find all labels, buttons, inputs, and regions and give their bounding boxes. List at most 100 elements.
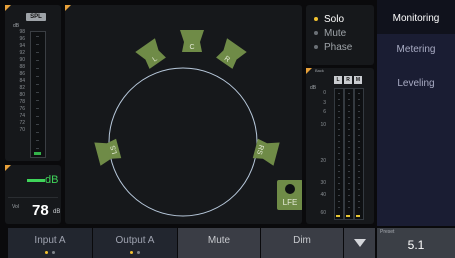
meter-scale-tick: 20 <box>320 158 326 164</box>
meter-segment <box>348 141 350 142</box>
speaker-c[interactable]: C <box>180 30 204 52</box>
meter-level-r <box>346 215 350 217</box>
preset-selector[interactable]: Preset 5.1 <box>377 228 455 258</box>
output-select-button[interactable]: Output A <box>93 228 177 258</box>
spl-bar-segment <box>36 124 39 125</box>
phase-option[interactable]: Phase <box>314 42 352 53</box>
meter-segment <box>358 195 360 196</box>
meter-segment <box>348 129 350 130</box>
meter-segment <box>358 171 360 172</box>
tab-metering[interactable]: Metering <box>377 38 455 62</box>
meter-segment <box>348 105 350 106</box>
meter-segment <box>338 189 340 190</box>
meter-segment <box>348 165 350 166</box>
more-button[interactable] <box>344 228 375 258</box>
corner-marker <box>306 68 312 74</box>
spl-bar-segment <box>36 60 39 61</box>
meter-segment <box>358 201 360 202</box>
spl-scale-tick: 88 <box>19 64 25 70</box>
speaker-rs[interactable]: RS <box>252 137 280 166</box>
speaker-ls[interactable]: LS <box>94 137 122 166</box>
meter-segment <box>348 189 350 190</box>
spl-bar-segment <box>36 148 39 149</box>
meter-segment <box>348 171 350 172</box>
speaker-lfe[interactable]: LFE <box>277 180 302 210</box>
meter-segment <box>348 147 350 148</box>
meter-segment <box>338 165 340 166</box>
spl-bar <box>30 31 46 158</box>
solo-label: Solo <box>324 14 345 25</box>
meter-segment <box>358 123 360 124</box>
spl-bar-segment <box>36 132 39 133</box>
input-select-button[interactable]: Input A <box>8 228 92 258</box>
meter-segment <box>338 135 340 136</box>
spl-scale-tick: 74 <box>19 113 25 119</box>
spl-scale-tick: 84 <box>19 78 25 84</box>
spl-meter-panel: SPL dB 98 96 94 92 90 88 86 84 82 80 78 76 74 72 70 <box>5 5 61 161</box>
meter-segment <box>348 93 350 94</box>
spl-scale-tick: 78 <box>19 99 25 105</box>
phase-label: Phase <box>324 42 353 53</box>
spl-bar-segment <box>36 76 39 77</box>
speaker-lfe-label: LFE <box>283 198 298 207</box>
speaker-l[interactable]: L <box>135 38 167 70</box>
meter-segment <box>348 201 350 202</box>
output-meters-panel: Back dB L R M 0 3 6 10 20 30 40 60 <box>306 68 374 224</box>
meter-header-l: L <box>334 76 342 84</box>
meter-segment <box>358 135 360 136</box>
dim-button[interactable]: Dim <box>261 228 343 258</box>
level-panel[interactable]: dB Vol 78 dB <box>5 165 61 224</box>
meter-segment <box>358 153 360 154</box>
spl-scale-tick: 90 <box>19 57 25 63</box>
meter-header-m: M <box>354 76 362 84</box>
meter-segment <box>338 117 340 118</box>
output-page-dots <box>93 251 177 255</box>
meter-segment <box>348 135 350 136</box>
spl-bar-segment <box>36 36 39 37</box>
spl-bar-segment <box>36 140 39 141</box>
vol-label: Vol <box>12 204 19 210</box>
mute-option[interactable]: Mute <box>314 28 346 39</box>
meter-segment <box>348 159 350 160</box>
meter-segment <box>338 111 340 112</box>
meter-scale-tick: 30 <box>320 180 326 186</box>
spl-bar-segment <box>36 68 39 69</box>
mute-button[interactable]: Mute <box>178 228 260 258</box>
spl-scale-tick: 96 <box>19 36 25 42</box>
speaker-layout-panel: C L R LS RS LFE <box>65 5 302 224</box>
meters-label: Back <box>315 68 324 73</box>
meter-segment <box>358 105 360 106</box>
spl-bar-segment <box>36 44 39 45</box>
meter-segment <box>358 159 360 160</box>
meter-segment <box>338 207 340 208</box>
tab-monitoring[interactable]: Monitoring <box>377 0 455 34</box>
spl-scale: 98 96 94 92 90 88 86 84 82 80 78 76 74 72 70 <box>11 29 25 134</box>
meter-segment <box>338 129 340 130</box>
meter-segment <box>348 183 350 184</box>
meter-scale-tick: 60 <box>320 210 326 216</box>
meter-scale-tick: 0 <box>323 90 326 96</box>
listening-circle <box>108 67 258 217</box>
spl-bar-segment <box>36 116 39 117</box>
solo-option[interactable]: Solo <box>314 14 344 25</box>
spl-bar-segment <box>36 52 39 53</box>
speaker-r[interactable]: R <box>214 38 247 70</box>
meter-segment <box>338 93 340 94</box>
preset-label: Preset <box>380 229 395 235</box>
spl-scale-tick: 80 <box>19 92 25 98</box>
vol-value[interactable]: 78 <box>32 202 49 219</box>
meter-segment <box>348 123 350 124</box>
meter-segment <box>358 93 360 94</box>
spl-scale-tick: 72 <box>19 120 25 126</box>
spl-bar-segment <box>36 92 39 93</box>
meter-segment <box>358 207 360 208</box>
meter-segment <box>338 105 340 106</box>
tab-leveling[interactable]: Leveling <box>377 72 455 96</box>
spl-level-fill <box>34 152 41 155</box>
meter-header-r: R <box>344 76 352 84</box>
mute-indicator <box>314 31 318 36</box>
meter-segment <box>338 147 340 148</box>
corner-marker <box>5 165 11 171</box>
spl-scale-tick: 92 <box>19 50 25 56</box>
meter-scale-tick: 3 <box>323 100 326 106</box>
